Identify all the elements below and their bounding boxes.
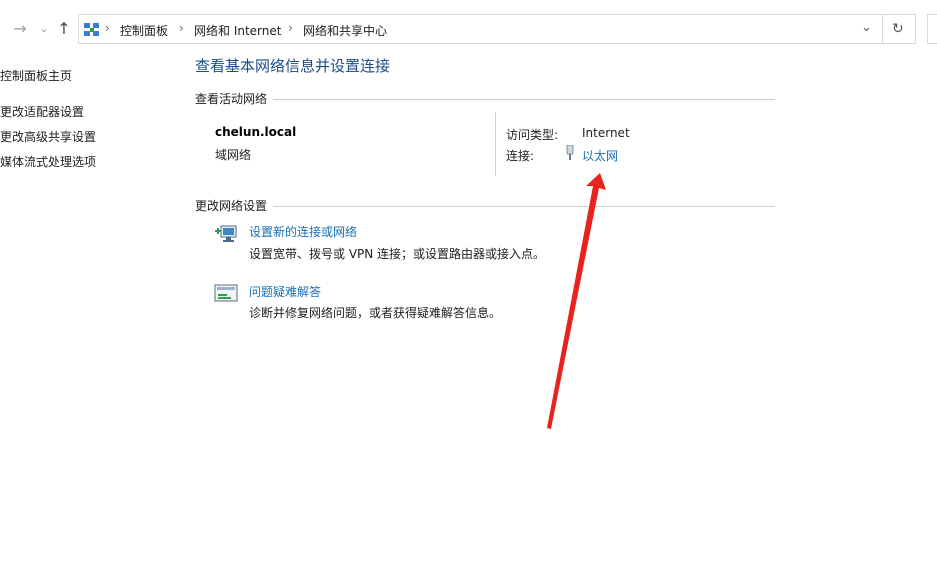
change-settings-heading: 更改网络设置 bbox=[195, 197, 274, 214]
annotation-arrow-shape bbox=[547, 173, 606, 429]
access-type-label: 访问类型: bbox=[506, 128, 559, 142]
section-divider bbox=[195, 206, 775, 207]
troubleshoot-icon bbox=[214, 284, 238, 302]
sidebar-item-media-streaming[interactable]: 媒体流式处理选项 bbox=[0, 153, 96, 170]
setup-new-connection-description: 设置宽带、拨号或 VPN 连接；或设置路由器或接入点。 bbox=[249, 247, 546, 261]
breadcrumb-control-panel[interactable]: 控制面板 bbox=[120, 22, 168, 39]
troubleshoot-problems-link[interactable]: 问题疑难解答 bbox=[249, 283, 321, 300]
breadcrumb-separator-icon: › bbox=[105, 21, 110, 35]
recent-locations-chevron-icon[interactable]: ⌄ bbox=[38, 18, 50, 40]
connection-label: 连接: bbox=[506, 149, 535, 163]
network-info-divider bbox=[495, 112, 496, 176]
sidebar-item-change-advanced-sharing[interactable]: 更改高级共享设置 bbox=[0, 128, 96, 145]
network-type[interactable]: 域网络 bbox=[215, 146, 251, 163]
navigation-bar: → ⌄ ↑ › 控制面板 › 网络和 Internet › 网络和共享中心 ⌄ … bbox=[0, 0, 937, 58]
annotation-arrow bbox=[547, 173, 606, 429]
sidebar-item-control-panel-home[interactable]: 控制面板主页 bbox=[0, 67, 72, 84]
ethernet-icon bbox=[566, 145, 574, 160]
setup-new-connection-link[interactable]: 设置新的连接或网络 bbox=[249, 223, 357, 240]
refresh-icon: ↻ bbox=[892, 21, 904, 37]
network-name: chelun.local bbox=[215, 125, 297, 139]
address-dropdown-chevron-icon[interactable]: ⌄ bbox=[861, 20, 872, 35]
address-bar[interactable]: › 控制面板 › 网络和 Internet › 网络和共享中心 ⌄ bbox=[78, 14, 883, 44]
page-title: 查看基本网络信息并设置连接 bbox=[195, 57, 391, 75]
sidebar-item-change-adapter-settings[interactable]: 更改适配器设置 bbox=[0, 103, 84, 120]
search-box[interactable] bbox=[927, 14, 937, 44]
breadcrumb-network-internet[interactable]: 网络和 Internet bbox=[194, 22, 281, 39]
refresh-button[interactable]: ↻ bbox=[882, 14, 916, 44]
breadcrumb-separator-icon: › bbox=[179, 21, 184, 35]
up-arrow-icon[interactable]: ↑ bbox=[56, 18, 72, 40]
ethernet-connection-link[interactable]: 以太网 bbox=[582, 147, 618, 164]
access-type-value: Internet bbox=[582, 126, 630, 140]
breadcrumb-separator-icon: › bbox=[288, 21, 293, 35]
forward-arrow-icon[interactable]: → bbox=[12, 18, 28, 40]
breadcrumb-network-sharing-center[interactable]: 网络和共享中心 bbox=[303, 22, 387, 39]
new-connection-icon bbox=[215, 225, 237, 242]
section-divider bbox=[195, 99, 775, 100]
active-networks-heading: 查看活动网络 bbox=[195, 90, 274, 107]
troubleshoot-problems-description: 诊断并修复网络问题，或者获得疑难解答信息。 bbox=[249, 306, 502, 320]
control-panel-icon bbox=[84, 23, 99, 36]
